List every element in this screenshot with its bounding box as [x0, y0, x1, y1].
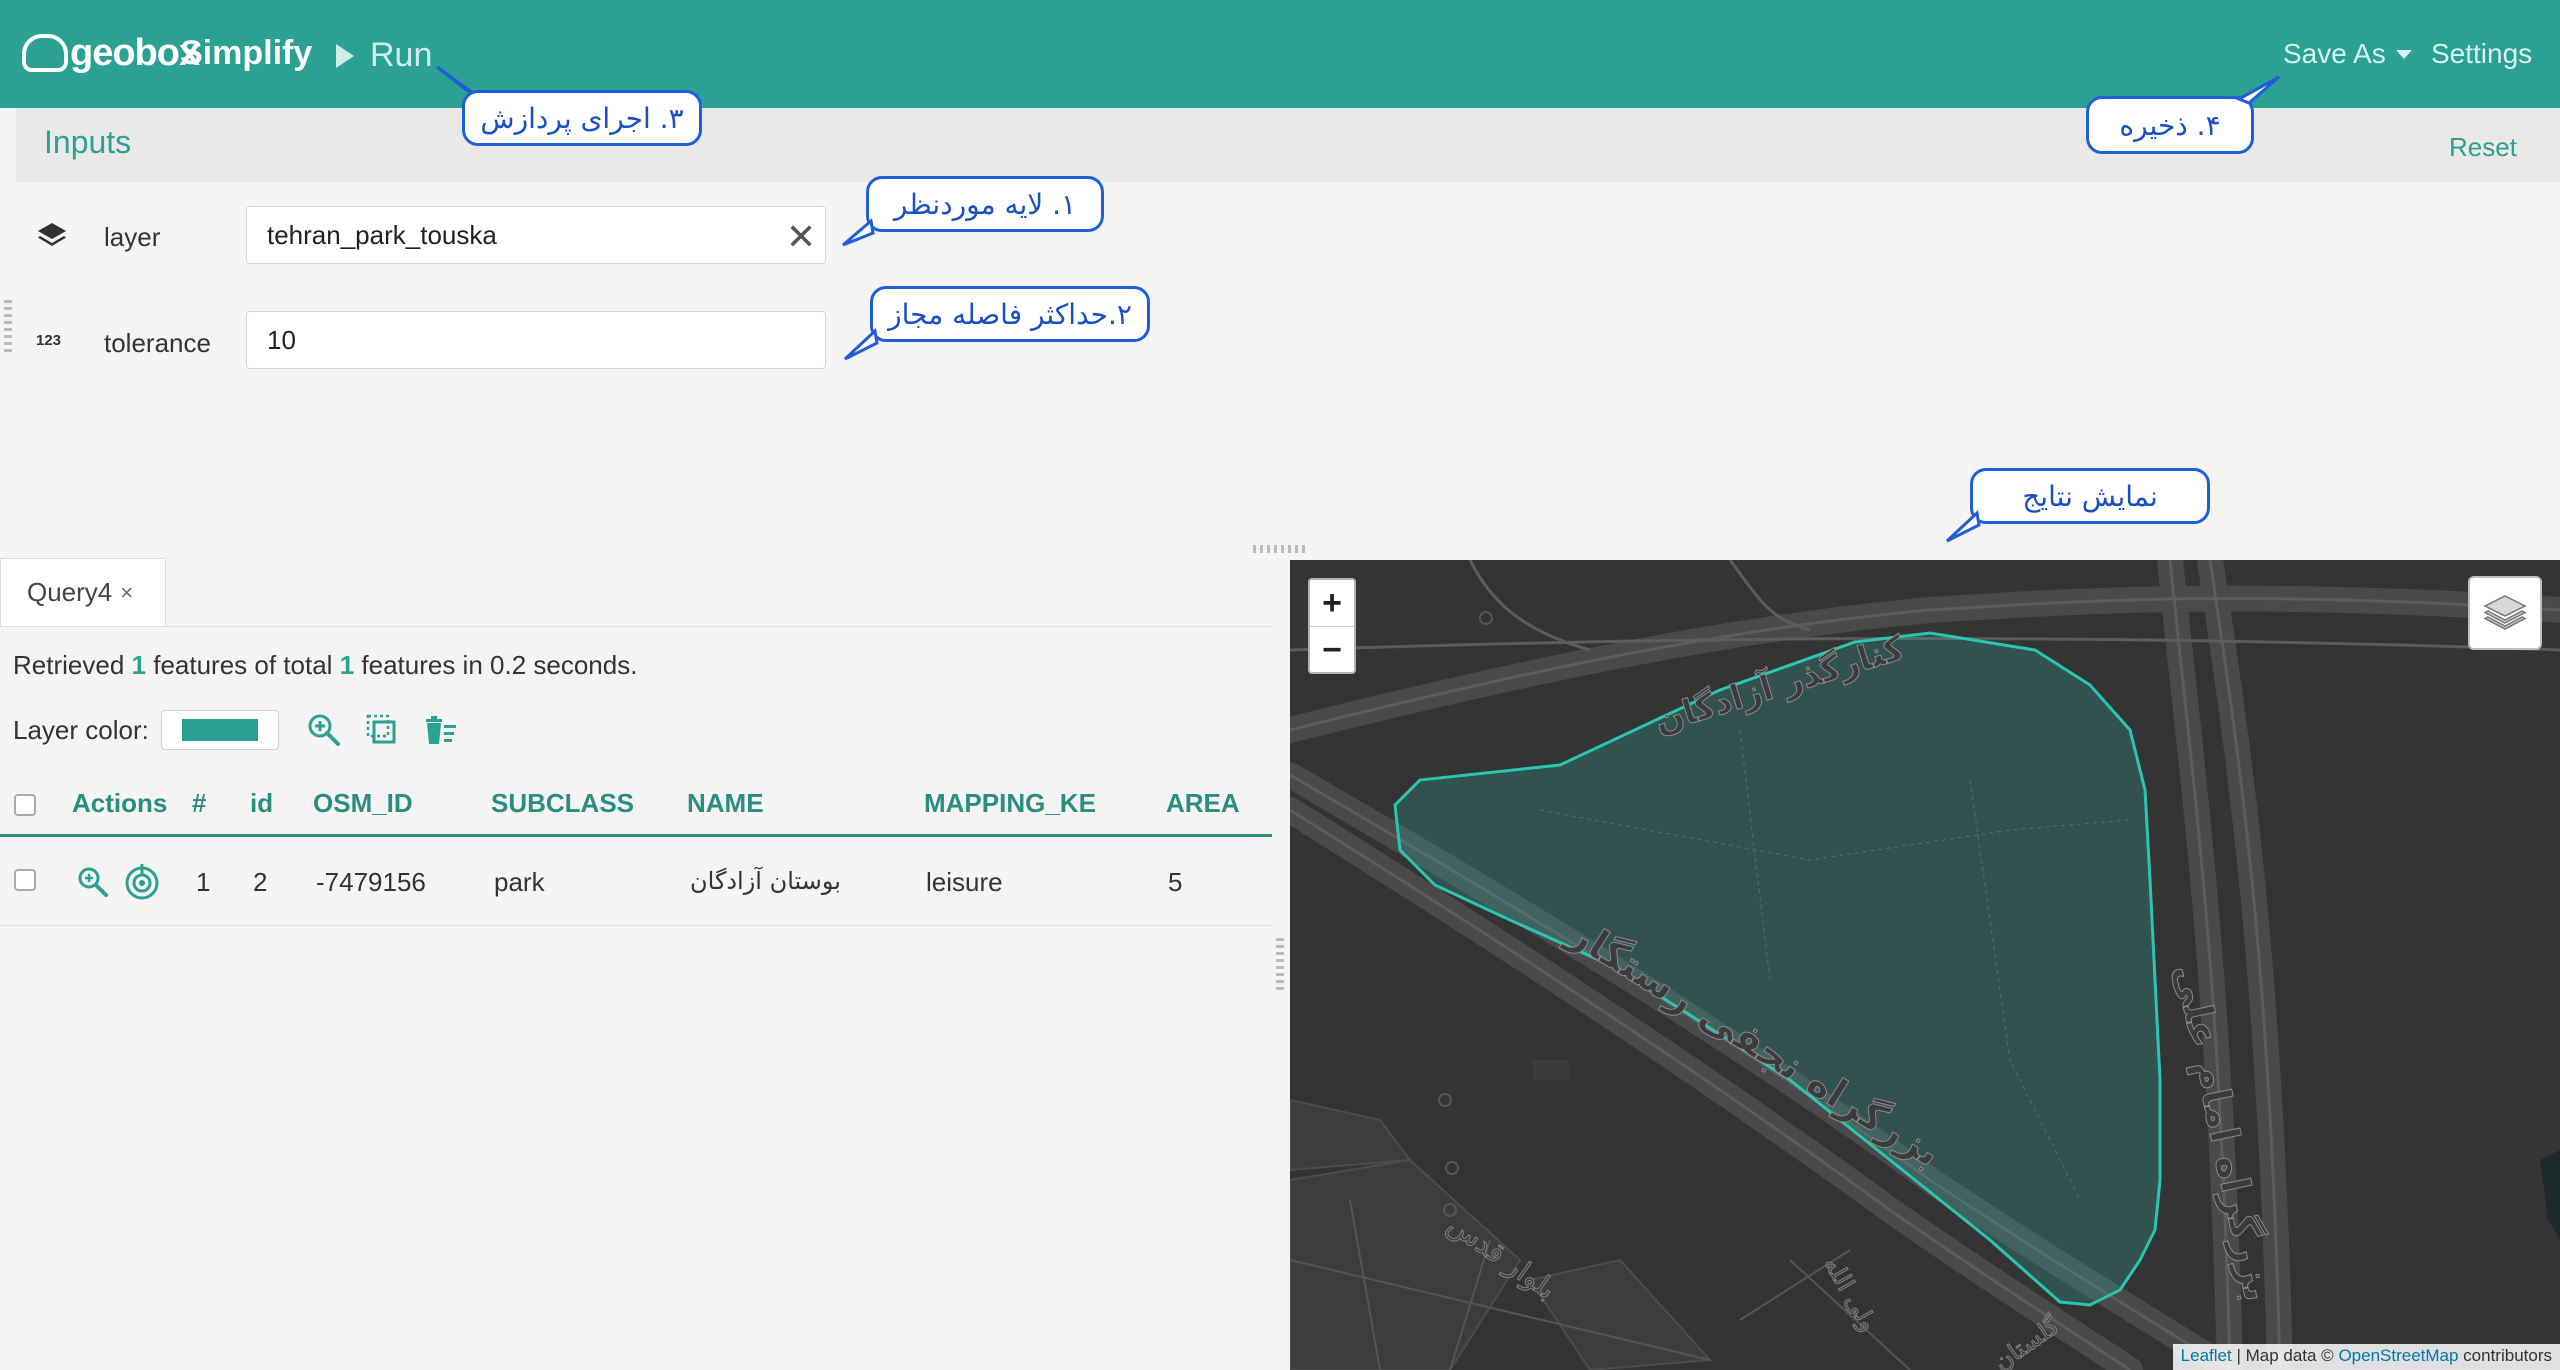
row-checkbox[interactable] [14, 869, 36, 891]
cell-name: بوستان آزادگان [690, 867, 841, 895]
col-subclass[interactable]: SUBCLASS [491, 788, 634, 819]
attribution-tail: contributors [2458, 1346, 2552, 1365]
zoom-control: + − [1308, 578, 1356, 674]
callout-tolerance: ۲.حداکثر فاصله مجاز [843, 286, 1150, 361]
col-osm-id[interactable]: OSM_ID [313, 788, 413, 819]
zoom-to-feature-icon[interactable] [76, 865, 110, 899]
summary-post: features in 0.2 seconds. [361, 650, 638, 680]
callout-layer-text: ۱. لایه موردنظر [893, 187, 1077, 221]
layer-value: tehran_park_touska [267, 219, 497, 250]
cell-area: 5 [1168, 867, 1183, 897]
layer-color-picker[interactable] [160, 710, 279, 750]
callout-run: ۳. اجرای پردازش [436, 65, 702, 146]
table-row[interactable]: 1 2 -7479156 park بوستان آزادگان leisure… [0, 837, 1272, 926]
leaflet-link[interactable]: Leaflet [2181, 1346, 2232, 1365]
col-name[interactable]: NAME [687, 788, 764, 819]
run-label: Run [370, 36, 433, 74]
callout-save-text: ۴. ذخیره [2119, 108, 2221, 142]
settings-button[interactable]: Settings [2431, 38, 2532, 70]
zoom-in-button[interactable]: + [1310, 580, 1354, 626]
save-as-label: Save As [2283, 38, 2386, 69]
tab-label: Query4 [27, 577, 113, 607]
cell-mapping-ke: leisure [926, 867, 1003, 897]
color-swatch-fill [181, 719, 258, 741]
locate-feature-icon[interactable] [124, 863, 160, 901]
horizontal-resize-handle[interactable] [1253, 545, 1309, 553]
callout-tail [1945, 509, 1981, 543]
run-button[interactable]: Run [336, 36, 432, 75]
number-icon: 123 [36, 332, 62, 349]
geobox-logo[interactable]: geobox [22, 28, 200, 78]
cell-osm-id: -7479156 [316, 867, 426, 897]
left-resize-handle[interactable] [4, 300, 12, 356]
summary-pre: Retrieved [13, 650, 125, 680]
tolerance-label: tolerance [104, 328, 211, 358]
reset-button[interactable]: Reset [2449, 132, 2517, 163]
tabs-divider [0, 626, 1272, 627]
cell-id: 2 [253, 867, 268, 897]
caret-down-icon [2395, 49, 2412, 59]
vertical-resize-handle[interactable] [1276, 938, 1284, 994]
select-area-icon[interactable] [363, 711, 401, 749]
attribution-sep: | Map data © [2231, 1346, 2339, 1365]
callout-tail [842, 218, 875, 247]
layer-color-row: Layer color: [13, 710, 459, 750]
osm-link[interactable]: OpenStreetMap [2338, 1346, 2458, 1365]
table-header: Actions # id OSM_ID SUBCLASS NAME MAPPIN… [0, 776, 1272, 837]
stacked-layers-icon [2483, 595, 2527, 630]
retrieved-count: 1 [131, 650, 146, 680]
map-attribution: Leaflet | Map data © OpenStreetMap contr… [2172, 1344, 2560, 1370]
callout-tail [843, 327, 879, 361]
clear-selection-icon[interactable] [421, 711, 459, 749]
map-view[interactable]: کنارگذر آزادگان بزرگراه نجفی رستگار بزرگ… [1290, 560, 2560, 1370]
layer-label: layer [104, 222, 161, 252]
callout-results: نمایش نتایج [1945, 468, 2210, 543]
top-bar: geobox Simplify Run Save As Settings [0, 0, 2560, 108]
col-actions[interactable]: Actions [72, 788, 167, 819]
layer-color-label: Layer color: [13, 714, 149, 745]
callout-results-text: نمایش نتایج [2022, 479, 2158, 513]
cell-num: 1 [196, 867, 211, 897]
col-id[interactable]: id [250, 788, 273, 819]
select-all-checkbox[interactable] [14, 794, 36, 816]
callout-tolerance-text: ۲.حداکثر فاصله مجاز [888, 297, 1132, 331]
save-as-dropdown[interactable]: Save As [2283, 38, 2412, 70]
tolerance-input[interactable]: 10 [246, 311, 826, 369]
layer-select[interactable]: tehran_park_touska [246, 206, 826, 264]
app-title: Simplify [180, 34, 313, 72]
layer-switcher-button[interactable] [2468, 576, 2542, 650]
cloud-icon [22, 34, 68, 72]
cell-subclass: park [494, 867, 545, 897]
inputs-title: Inputs [44, 124, 132, 160]
tab-query4[interactable]: Query4 × [0, 558, 166, 626]
col-num[interactable]: # [192, 788, 206, 819]
total-count: 1 [339, 650, 355, 680]
zoom-out-button[interactable]: − [1310, 627, 1354, 673]
tolerance-value: 10 [267, 324, 296, 355]
zoom-to-layer-icon[interactable] [305, 711, 343, 749]
results-panel: Query4 × Retrieved 1 features of total 1… [0, 558, 1272, 1370]
col-mapping-ke[interactable]: MAPPING_KE [924, 788, 1096, 819]
tab-close-icon[interactable]: × [120, 580, 133, 606]
callout-run-text: ۳. اجرای پردازش [480, 101, 684, 135]
callout-tail [436, 65, 474, 95]
col-area[interactable]: AREA [1166, 788, 1240, 819]
play-icon [336, 43, 354, 68]
summary-mid: features of total [153, 650, 333, 680]
clear-layer-icon[interactable]: ✕ [786, 216, 816, 258]
park-polygon [1393, 631, 2162, 1307]
callout-save: ۴. ذخیره [2086, 75, 2280, 154]
callout-layer: ۱. لایه موردنظر [842, 176, 1104, 247]
layers-icon [38, 223, 66, 246]
results-summary: Retrieved 1 features of total 1 features… [13, 650, 637, 681]
callout-tail [2235, 75, 2280, 105]
